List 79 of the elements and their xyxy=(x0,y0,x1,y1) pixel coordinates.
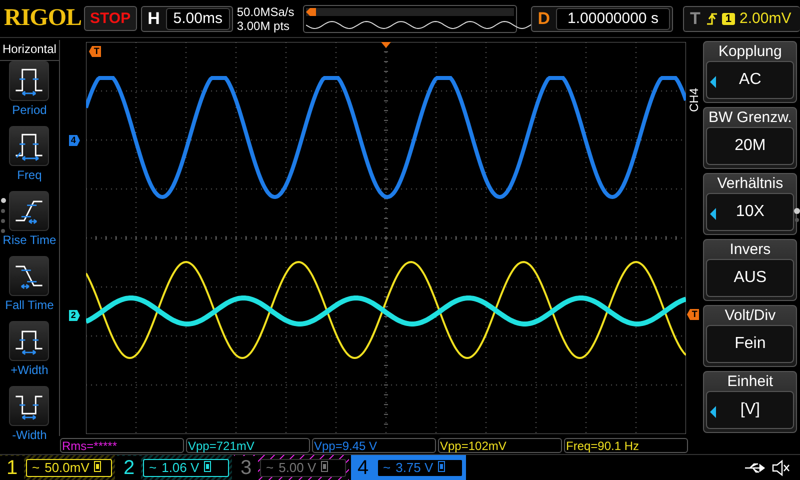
menu-key-title: Einheit xyxy=(727,372,774,391)
menu-key-value[interactable]: 20M xyxy=(706,127,794,165)
channel-tab[interactable]: 1 ~ 50.0mV xyxy=(0,455,115,480)
coupling-symbol: ~ xyxy=(32,460,40,475)
probe-icon xyxy=(204,461,212,472)
timebase-label: H xyxy=(146,8,161,28)
menu-key[interactable]: Kopplung AC xyxy=(703,41,798,103)
measure-label: -Width xyxy=(12,428,47,442)
trigger-level: 2.00mV xyxy=(740,10,792,27)
timebase-display[interactable]: H 5.00ms xyxy=(140,6,233,32)
vertical-scale: 1.06 V xyxy=(162,460,200,475)
menu-key-value[interactable]: [V] xyxy=(706,391,794,429)
menu-key[interactable]: Invers AUS xyxy=(703,239,798,301)
vertical-scale: 3.75 V xyxy=(396,460,434,475)
measure-label: Rise Time xyxy=(2,233,56,247)
rising-edge-icon xyxy=(706,10,718,26)
speaker-muted-icon xyxy=(772,458,790,476)
probe-icon xyxy=(94,461,102,472)
menu-key-title: Volt/Div xyxy=(724,306,776,325)
coupling-symbol: ~ xyxy=(266,460,274,475)
coupling-symbol: ~ xyxy=(383,460,391,475)
menu-key-title: Kopplung xyxy=(718,42,782,61)
menu-key-title: BW Grenzw. xyxy=(708,108,792,127)
marker-flag[interactable]: T xyxy=(88,46,102,57)
measure-button[interactable] xyxy=(9,321,50,361)
measure-button[interactable] xyxy=(9,256,50,296)
measurement-readout: Rms=***** xyxy=(60,438,184,452)
measure-label: Fall Time xyxy=(5,298,54,312)
channel-number: 3 xyxy=(234,456,258,480)
sample-rate: 50.0MSa/s xyxy=(236,4,295,18)
measure-button[interactable] xyxy=(9,386,50,426)
menu-key-value[interactable]: AC xyxy=(706,61,794,99)
marker-flag[interactable]: 4 xyxy=(68,135,80,146)
channel-tab[interactable]: 4 ~ 3.75 V xyxy=(351,455,466,480)
menu-key[interactable]: BW Grenzw. 20M xyxy=(703,107,798,169)
measurement-readout: Vpp=102mV xyxy=(438,438,562,452)
probe-icon xyxy=(321,461,328,472)
channel-tab[interactable]: 2 ~ 1.06 V xyxy=(117,455,232,480)
measure-label: Freq xyxy=(17,168,42,182)
trigger-position-icon xyxy=(380,42,391,48)
marker-flag[interactable]: T xyxy=(686,309,700,320)
delay-label: D xyxy=(536,8,551,28)
measure-button[interactable] xyxy=(9,191,50,231)
measurement-readout: Vpp=9.45 V xyxy=(312,438,436,452)
brand-logo: RIGOL xyxy=(4,5,80,32)
memory-depth: 3.00M pts xyxy=(236,18,291,32)
trigger-source: 1 xyxy=(722,12,735,24)
channel-tab[interactable]: 3 ~ 5.00 V xyxy=(234,455,349,480)
measure-button[interactable] xyxy=(9,126,50,166)
channel-number: 4 xyxy=(356,456,370,480)
menu-key-value[interactable]: 10X xyxy=(706,193,794,231)
vertical-scale: 5.00 V xyxy=(278,460,316,475)
measurement-readout: Vpp=721mV xyxy=(186,438,310,452)
channel-number: 2 xyxy=(117,456,141,480)
delay-value: 1.00000000 s xyxy=(556,8,670,30)
measure-label: +Width xyxy=(10,363,48,377)
trigger-label: T xyxy=(689,8,702,28)
vertical-scale: 50.0mV xyxy=(44,460,90,475)
menu-key-value[interactable]: AUS xyxy=(706,259,794,297)
menu-key-value[interactable]: Fein xyxy=(706,325,794,363)
run-stop-button[interactable]: STOP xyxy=(84,6,137,31)
menu-key-title: Invers xyxy=(730,240,771,259)
menu-key[interactable]: Volt/Div Fein xyxy=(703,305,798,367)
delay-display[interactable]: D 1.00000000 s xyxy=(530,6,673,32)
channel-number: 1 xyxy=(0,456,24,480)
trigger-display[interactable]: T 1 2.00mV xyxy=(683,6,800,32)
timebase-value: 5.00ms xyxy=(166,8,230,30)
channel-label: CH4 xyxy=(687,86,702,112)
menu-key-title: Verhältnis xyxy=(717,174,784,193)
probe-icon xyxy=(438,461,446,472)
menu-key[interactable]: Einheit [V] xyxy=(703,371,798,433)
measure-label: Period xyxy=(12,103,47,117)
trigger-marker-icon xyxy=(306,8,316,16)
marker-flag[interactable]: 2 xyxy=(68,310,80,321)
measure-button[interactable] xyxy=(9,61,50,101)
usb-icon xyxy=(744,462,766,474)
menu-key[interactable]: Verhältnis 10X xyxy=(703,173,798,235)
coupling-symbol: ~ xyxy=(149,460,157,475)
measurement-readout: Freq=90.1 Hz xyxy=(564,438,688,452)
